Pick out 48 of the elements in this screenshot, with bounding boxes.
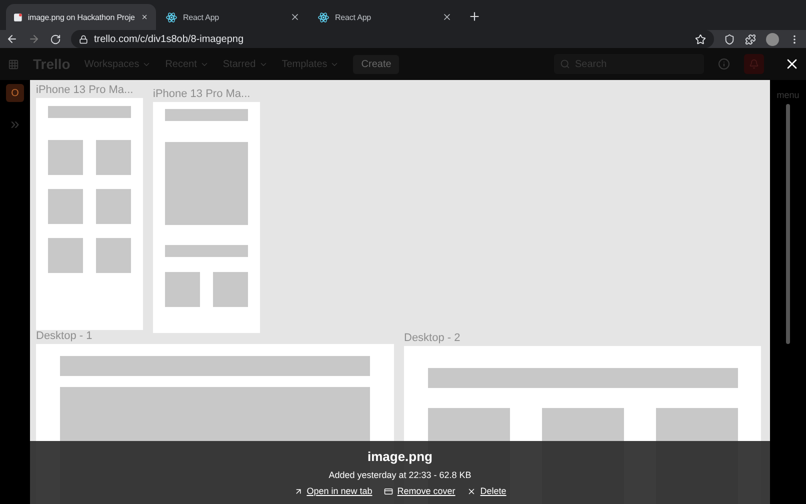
file-name: image.png (367, 449, 432, 464)
placeholder-block (48, 140, 83, 175)
board-tile[interactable]: O (6, 84, 24, 102)
shield-icon[interactable] (724, 34, 735, 44)
browser-tab[interactable]: React App (158, 4, 308, 30)
close-icon[interactable] (290, 12, 300, 22)
reload-icon[interactable] (50, 34, 61, 44)
lock-icon (79, 34, 88, 44)
atom-icon (318, 12, 329, 22)
placeholder-block (96, 140, 131, 175)
create-button[interactable]: Create (353, 54, 400, 74)
frame-label: Desktop - 1 (36, 330, 92, 342)
frame-label: Desktop - 2 (404, 332, 460, 344)
action-link[interactable]: Open in new tab (294, 486, 372, 496)
placeholder-block (96, 189, 131, 224)
address-bar[interactable]: trello.com/c/div1s8ob/8-imagepng (71, 30, 714, 48)
search-icon (560, 59, 570, 69)
bookmark-star-icon[interactable] (695, 34, 706, 44)
extensions-icon[interactable] (745, 34, 756, 44)
back-icon[interactable] (6, 33, 18, 45)
bell-icon (749, 59, 759, 69)
placeholder-block (48, 238, 83, 273)
close-icon (467, 486, 476, 496)
close-icon[interactable] (140, 12, 148, 22)
action-link[interactable]: Delete (467, 486, 506, 496)
placeholder-block (165, 272, 200, 307)
placeholder-block (48, 189, 83, 224)
placeholder-block (213, 272, 248, 307)
url-text: trello.com/c/div1s8ob/8-imagepng (94, 34, 245, 44)
action-link[interactable]: Remove cover (384, 486, 456, 496)
browser-tab[interactable]: React App (310, 4, 460, 30)
external-link-icon (294, 486, 303, 496)
menu-text: menu (776, 90, 800, 100)
frame-label: iPhone 13 Pro Ma... (153, 88, 250, 100)
tab-title: React App (183, 12, 220, 22)
trello-icon (14, 12, 22, 22)
new-tab-icon[interactable] (468, 10, 481, 23)
atom-icon (166, 12, 177, 22)
placeholder-block (96, 238, 131, 273)
avatar-icon[interactable] (766, 32, 779, 46)
forward-icon[interactable] (28, 33, 40, 45)
file-meta: Added yesterday at 22:33 - 62.8 KB (328, 470, 472, 480)
frame-label: iPhone 13 Pro Ma... (36, 84, 134, 96)
tab-title: image.png on Hackathon Proje (28, 12, 135, 22)
close-icon[interactable] (442, 12, 452, 22)
tab-title: React App (335, 12, 372, 22)
card-icon (384, 486, 394, 496)
browser-tab[interactable]: image.png on Hackathon Proje (6, 4, 156, 30)
